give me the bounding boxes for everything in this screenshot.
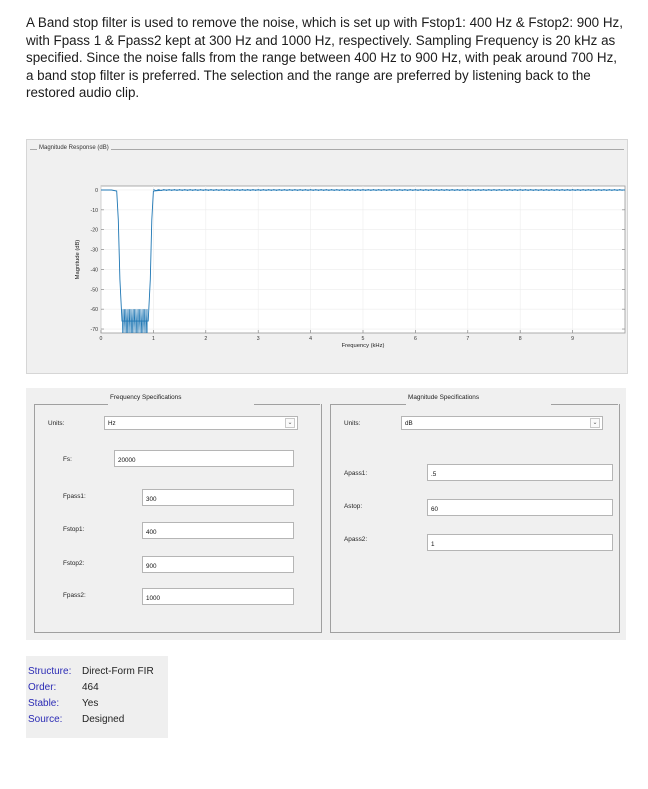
- y-tick-label: -40: [91, 267, 99, 273]
- apass1-label: Apass1:: [344, 470, 368, 477]
- specifications-panel: Frequency Specifications Units: Hz ⌄ Fs:…: [26, 388, 626, 640]
- fpass2-label: Fpass2:: [63, 592, 86, 599]
- frequency-specs-title: Frequency Specifications: [110, 394, 182, 401]
- structure-value: Direct-Form FIR: [82, 666, 154, 677]
- astop-label: Astop:: [344, 503, 363, 510]
- freq-units-select[interactable]: Hz ⌄: [104, 416, 298, 430]
- y-axis-label: Magnitude (dB): [75, 240, 81, 280]
- x-tick-label: 0: [100, 336, 103, 342]
- freq-units-value: Hz: [108, 420, 116, 427]
- fpass2-input[interactable]: 1000: [142, 588, 294, 605]
- stable-value: Yes: [82, 698, 99, 709]
- y-tick-label: -20: [91, 228, 99, 234]
- magnitude-specs-group: [330, 404, 620, 633]
- freq-units-label: Units:: [48, 420, 65, 427]
- stable-key: Stable:: [28, 698, 60, 709]
- y-tick-label: -10: [91, 208, 99, 214]
- magnitude-specs-title: Magnitude Specifications: [408, 394, 480, 401]
- order-value: 464: [82, 682, 99, 693]
- filter-info-panel: Structure: Direct-Form FIR Order: 464 Stab…: [26, 656, 168, 738]
- x-tick-label: 8: [519, 336, 522, 342]
- chevron-down-icon[interactable]: ⌄: [590, 418, 600, 428]
- apass1-input[interactable]: .5: [427, 464, 613, 481]
- y-tick-label: 0: [95, 188, 98, 194]
- x-tick-label: 4: [309, 336, 312, 342]
- x-tick-label: 3: [257, 336, 260, 342]
- apass2-label: Apass2:: [344, 536, 368, 543]
- fstop2-label: Fstop2:: [63, 560, 85, 567]
- stable-row: Stable: Yes: [28, 698, 98, 709]
- fs-label: Fs:: [63, 456, 72, 463]
- apass2-input[interactable]: 1: [427, 534, 613, 551]
- y-tick-label: -50: [91, 287, 99, 293]
- x-tick-label: 5: [362, 336, 365, 342]
- chevron-down-icon[interactable]: ⌄: [285, 418, 295, 428]
- mag-units-label: Units:: [344, 420, 361, 427]
- magnitude-response-chart: 0 1 2 3 4 5 6 7 8 9 0 -10 -20 -30 -40 -50 -60 -70 Frequenc…: [75, 185, 626, 349]
- fs-input[interactable]: 20000: [114, 450, 294, 467]
- fstop1-label: Fstop1:: [63, 526, 85, 533]
- order-key: Order:: [28, 682, 57, 693]
- intro-paragraph: A Band stop filter is used to remove the…: [26, 15, 623, 101]
- y-tick-label: -70: [91, 327, 99, 333]
- mag-units-select[interactable]: dB ⌄: [401, 416, 603, 430]
- y-tick-label: -60: [91, 307, 99, 313]
- fstop1-input[interactable]: 400: [142, 522, 294, 539]
- fpass1-input[interactable]: 300: [142, 489, 294, 506]
- astop-input[interactable]: 60: [427, 499, 613, 516]
- source-value: Designed: [82, 714, 125, 725]
- structure-key: Structure:: [28, 666, 72, 677]
- structure-row: Structure: Direct-Form FIR: [28, 666, 154, 677]
- x-axis-label: Frequency (kHz): [342, 343, 385, 349]
- source-row: Source: Designed: [28, 714, 124, 725]
- x-tick-label: 6: [414, 336, 417, 342]
- magnitude-response-panel: Magnitude Response (dB) 0 1 2 3 4 5 6 7 8 9 0 -10 -2…: [26, 139, 628, 374]
- x-tick-label: 1: [152, 336, 155, 342]
- x-tick-label: 2: [204, 336, 207, 342]
- fstop2-input[interactable]: 900: [142, 556, 294, 573]
- order-row: Order: 464: [28, 682, 99, 693]
- fpass1-label: Fpass1:: [63, 493, 86, 500]
- source-key: Source:: [28, 714, 63, 725]
- mag-units-value: dB: [405, 420, 413, 427]
- y-tick-label: -30: [91, 248, 99, 254]
- x-tick-label: 7: [466, 336, 469, 342]
- x-tick-label: 9: [571, 336, 574, 342]
